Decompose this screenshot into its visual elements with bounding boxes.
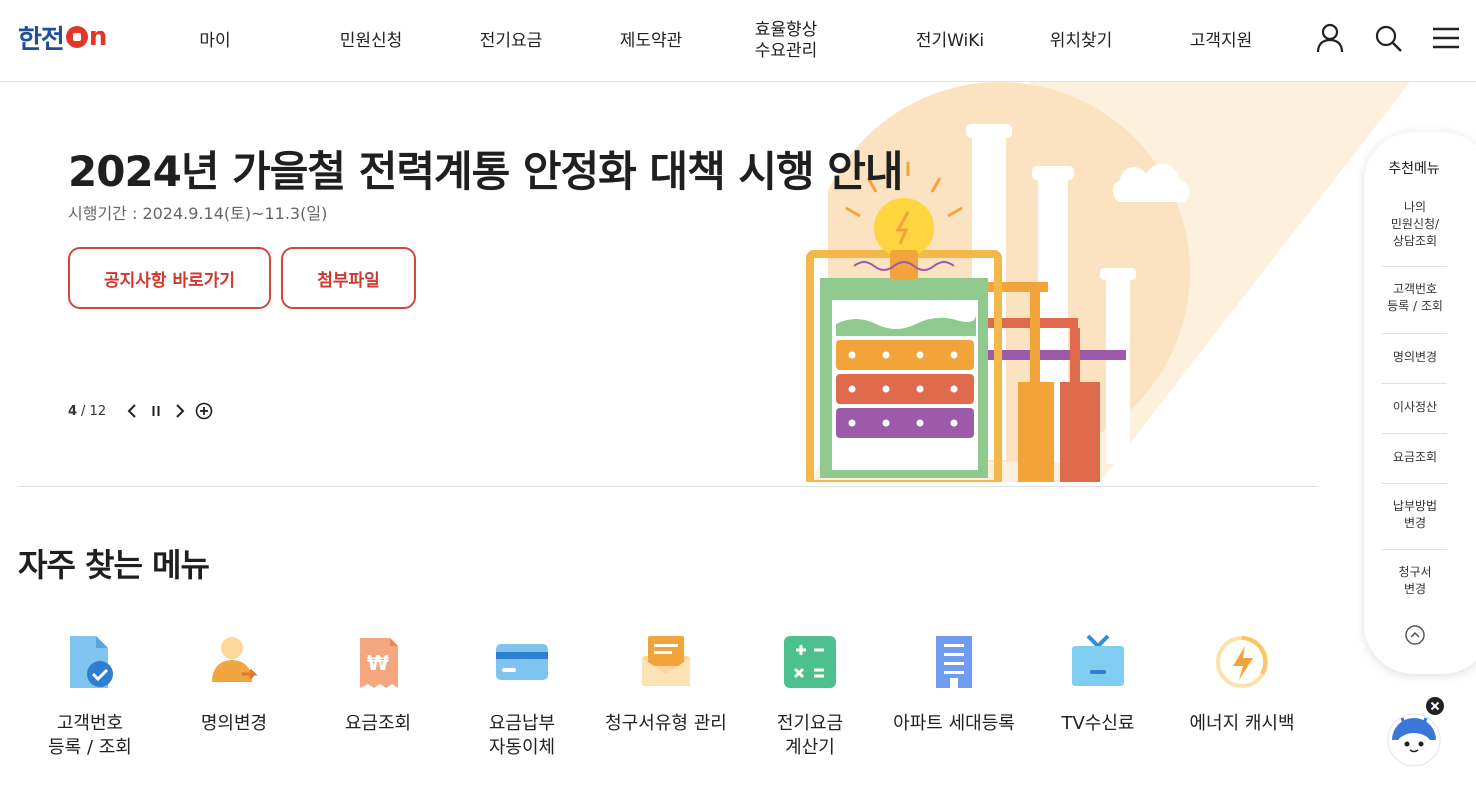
plus-circle-icon[interactable] bbox=[194, 400, 214, 422]
hero-title: 2024년 가을철 전력계통 안정화 대책 시행 안내 bbox=[68, 147, 904, 196]
slide-pager: 4 / 12 bbox=[68, 400, 214, 422]
attachment-button[interactable]: 첨부파일 bbox=[281, 247, 416, 309]
nav-terms[interactable]: 제도약관 bbox=[606, 0, 696, 82]
menu-label: 청구서유형 관리 bbox=[605, 713, 727, 734]
menu-label: 에너지 캐시백 bbox=[1189, 713, 1295, 734]
name-change-icon bbox=[212, 637, 258, 682]
menu-icon[interactable] bbox=[1430, 22, 1462, 54]
energy-cashback-icon bbox=[1216, 636, 1268, 688]
menu-label: TV수신료 bbox=[1061, 713, 1135, 734]
tv-icon bbox=[1072, 634, 1124, 686]
plug-icon bbox=[65, 26, 88, 48]
logo-text: 한전 bbox=[18, 24, 65, 55]
chevron-up-icon[interactable] bbox=[1404, 624, 1426, 646]
section-divider bbox=[18, 486, 1318, 487]
menu-customer-number[interactable]: 고객번호 등록 / 조회 bbox=[18, 630, 162, 770]
side-divider bbox=[1381, 433, 1447, 434]
side-bill-inquiry[interactable]: 요금조회 bbox=[1382, 446, 1448, 468]
menu-bill-type[interactable]: 청구서유형 관리 bbox=[594, 630, 738, 770]
nav-support[interactable]: 고객지원 bbox=[1176, 0, 1266, 82]
calculator-icon bbox=[784, 636, 836, 688]
menu-energy-cashback[interactable]: 에너지 캐시백 bbox=[1170, 630, 1314, 770]
nav-electric-bill[interactable]: 전기요금 bbox=[466, 0, 556, 82]
side-my-civil[interactable]: 나의 민원신청/ 상담조회 bbox=[1382, 198, 1448, 250]
logo-on-text: n bbox=[88, 22, 107, 52]
side-divider bbox=[1381, 483, 1447, 484]
top-header: 한전 n 마이 민원신청 전기요금 제도약관 효율향상 수요관리 전기WiKi … bbox=[0, 0, 1476, 82]
menu-label: 전기요금 계산기 bbox=[776, 713, 844, 758]
card-icon bbox=[496, 644, 548, 680]
chatbot-icon[interactable] bbox=[1380, 696, 1448, 768]
recommended-menu-title: 추천메뉴 bbox=[1388, 161, 1440, 177]
side-customer-number[interactable]: 고객번호 등록 / 조회 bbox=[1382, 278, 1448, 318]
slide-total: / 12 bbox=[81, 403, 107, 419]
menu-label: 요금조회 bbox=[344, 713, 412, 734]
menu-name-change[interactable]: 명의변경 bbox=[162, 630, 306, 770]
prev-slide-icon[interactable] bbox=[122, 400, 142, 422]
nav-my[interactable]: 마이 bbox=[170, 0, 260, 82]
svg-text:₩: ₩ bbox=[367, 651, 389, 675]
apartment-icon bbox=[936, 636, 972, 688]
side-payment-method[interactable]: 납부방법 변경 bbox=[1382, 496, 1448, 534]
side-divider bbox=[1381, 549, 1447, 550]
user-icon[interactable] bbox=[1314, 22, 1346, 54]
side-name-change[interactable]: 명의변경 bbox=[1382, 346, 1448, 368]
side-move-settlement[interactable]: 이사정산 bbox=[1382, 396, 1448, 418]
nav-civil-request[interactable]: 민원신청 bbox=[326, 0, 416, 82]
notice-button[interactable]: 공지사항 바로가기 bbox=[68, 247, 271, 309]
menu-calculator[interactable]: 전기요금 계산기 bbox=[738, 630, 882, 770]
pause-icon[interactable] bbox=[146, 400, 166, 422]
nav-wiki[interactable]: 전기WiKi bbox=[900, 0, 1000, 82]
side-bill-change[interactable]: 청구서 변경 bbox=[1382, 562, 1448, 600]
menu-label: 요금납부 자동이체 bbox=[488, 713, 556, 758]
hero-period: 시행기간 : 2024.9.14(토)~11.3(일) bbox=[68, 204, 328, 223]
search-icon[interactable] bbox=[1372, 22, 1404, 54]
menu-bill-inquiry[interactable]: ₩ 요금조회 bbox=[306, 630, 450, 770]
menu-label: 고객번호 등록 / 조회 bbox=[48, 713, 132, 758]
envelope-icon bbox=[642, 636, 690, 686]
recommended-menu-panel: 추천메뉴 나의 민원신청/ 상담조회 고객번호 등록 / 조회 명의변경 이사정… bbox=[1364, 132, 1476, 674]
side-divider bbox=[1381, 333, 1447, 334]
menu-label: 아파트 세대등록 bbox=[893, 713, 1015, 734]
frequent-menu-title: 자주 찾는 메뉴 bbox=[18, 546, 210, 584]
nav-efficiency[interactable]: 효율향상 수요관리 bbox=[736, 0, 836, 82]
nav-location[interactable]: 위치찾기 bbox=[1036, 0, 1126, 82]
menu-auto-transfer[interactable]: 요금납부 자동이체 bbox=[450, 630, 594, 770]
menu-apartment[interactable]: 아파트 세대등록 bbox=[882, 630, 1026, 770]
side-divider bbox=[1381, 383, 1447, 384]
side-divider bbox=[1381, 266, 1447, 267]
logo-on: n bbox=[65, 22, 107, 52]
menu-label: 명의변경 bbox=[200, 713, 268, 734]
next-slide-icon[interactable] bbox=[170, 400, 190, 422]
customer-number-icon bbox=[70, 636, 113, 688]
bill-inquiry-icon: ₩ bbox=[360, 638, 398, 688]
slide-current: 4 bbox=[68, 403, 78, 419]
kepco-on-logo[interactable]: 한전 n bbox=[18, 22, 107, 55]
menu-tv-fee[interactable]: TV수신료 bbox=[1026, 630, 1170, 770]
